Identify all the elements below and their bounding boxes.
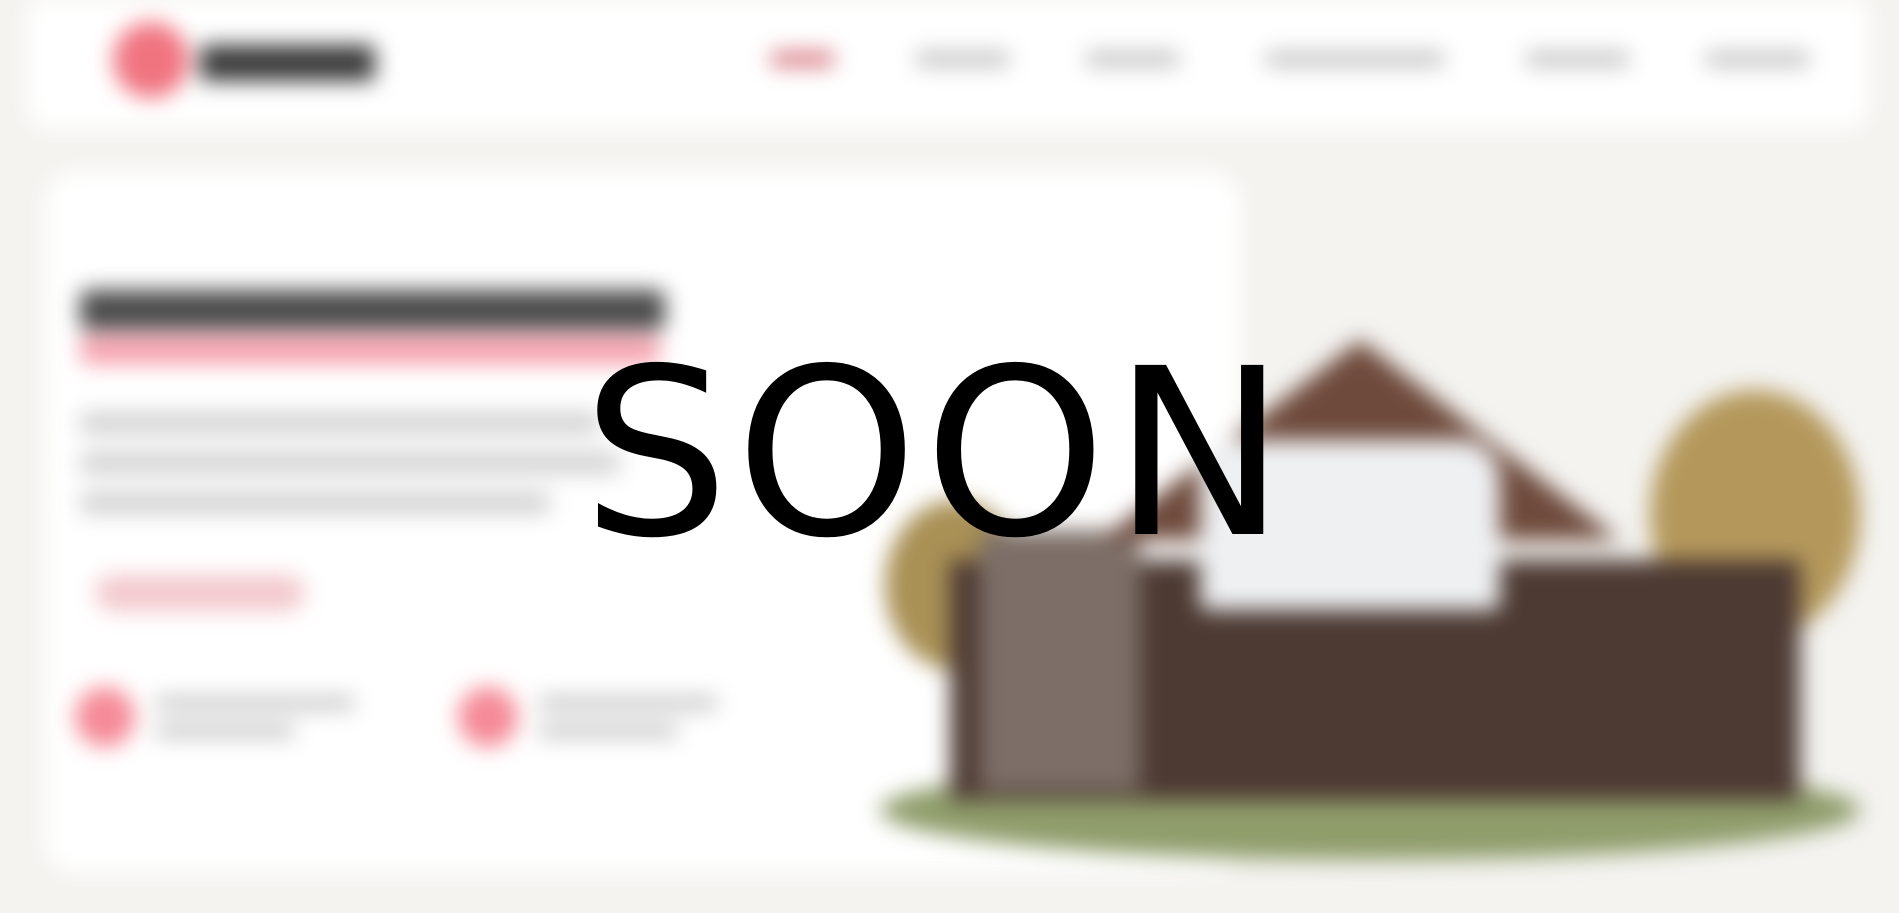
feature-line [155,725,295,737]
logo-icon [113,22,189,98]
nav-item-2 [915,52,1010,66]
hero-title-accent [80,336,660,364]
coming-soon-text: SOON [582,319,1293,589]
hero-paragraph-line [80,492,550,514]
feature-line [538,697,718,709]
nav-item-1 [770,52,835,66]
hero-title [80,290,665,330]
feature-icon [458,687,518,747]
logo-wordmark [200,45,375,81]
nav-item-5 [1525,52,1630,66]
nav-item-3 [1085,52,1180,66]
nav-item-4 [1265,52,1445,66]
feature-line [155,697,355,709]
hero-paragraph-line [80,412,600,434]
feature-line [538,725,678,737]
feature-icon [75,687,135,747]
nav-item-6 [1705,52,1810,66]
hero-cta-button [95,575,305,611]
hero-paragraph-line [80,452,620,474]
